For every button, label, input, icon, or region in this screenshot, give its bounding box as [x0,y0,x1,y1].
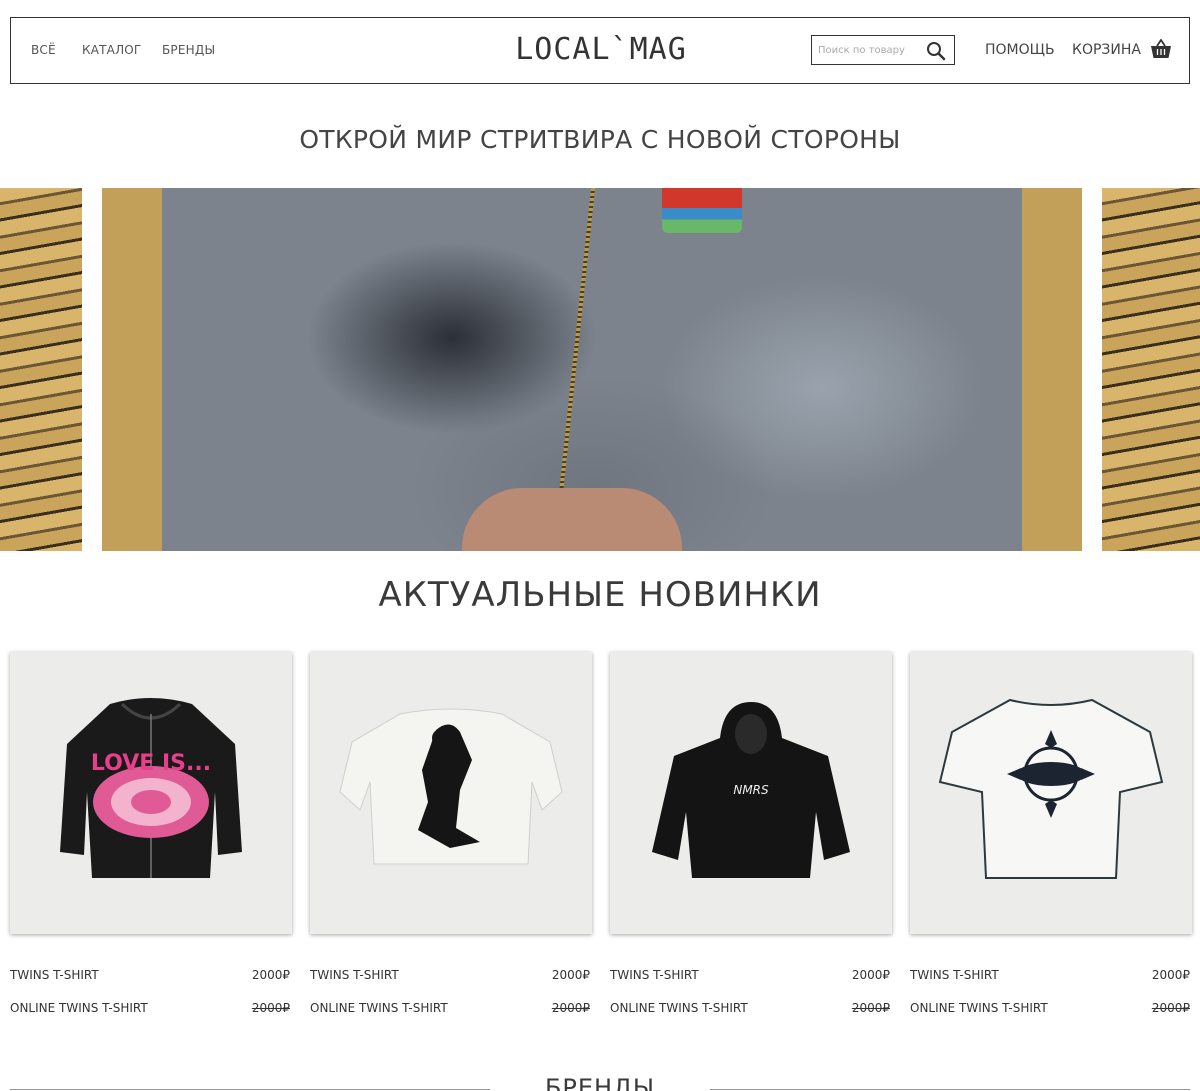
new-arrivals-title: АКТУАЛЬНЫЕ НОВИНКИ [378,575,822,615]
product-old-price: 2000₽ [851,1001,890,1015]
product-name-secondary[interactable]: ONLINE TWINS T-SHIRT [910,1001,1048,1015]
product-price: 2000₽ [1151,968,1190,982]
product-image[interactable]: LOVE IS... [10,652,292,934]
product-old-price: 2000₽ [551,1001,590,1015]
jacket-patch-image [662,188,742,233]
product-price: 2000₽ [251,968,290,982]
product-price: 2000₽ [851,968,890,982]
product-old-price: 2000₽ [251,1001,290,1015]
carousel-slide-prev[interactable] [0,188,82,551]
carousel-slide-current[interactable] [102,188,1082,551]
product-name[interactable]: TWINS T-SHIRT [310,968,399,982]
nav-brands[interactable]: БРЕНДЫ [162,43,215,57]
nav-catalog[interactable]: КАТАЛОГ [82,43,141,57]
product-price: 2000₽ [551,968,590,982]
basket-icon[interactable] [1150,39,1172,59]
hand-image [462,488,682,551]
product-card[interactable]: NMRS TWINS T-SHIRT 2000₽ ONLINE TWINS T-… [610,652,892,1015]
help-link[interactable]: ПОМОЩЬ [985,42,1055,58]
product-card[interactable]: TWINS T-SHIRT 2000₽ ONLINE TWINS T-SHIRT… [910,652,1192,1015]
nav-all[interactable]: ВСЁ [31,43,56,57]
search-icon[interactable] [926,41,946,61]
site-logo[interactable]: LOCAL`MAG [515,32,687,67]
product-name-secondary[interactable]: ONLINE TWINS T-SHIRT [10,1001,148,1015]
search-input[interactable] [818,40,918,60]
search-box [811,35,955,65]
product-old-price: 2000₽ [1151,1001,1190,1015]
product-card[interactable]: LOVE IS... TWINS T-SHIRT 2000₽ ONLINE TW… [10,652,292,1015]
product-name-secondary[interactable]: ONLINE TWINS T-SHIRT [610,1001,748,1015]
product-name[interactable]: TWINS T-SHIRT [10,968,99,982]
brands-divider-right [710,1089,1190,1090]
svg-text:NMRS: NMRS [733,783,769,797]
product-image[interactable] [910,652,1192,934]
product-image[interactable] [310,652,592,934]
svg-text:LOVE IS...: LOVE IS... [91,751,211,776]
carousel-slide-next[interactable] [1102,188,1200,551]
product-card[interactable]: TWINS T-SHIRT 2000₽ ONLINE TWINS T-SHIRT… [310,652,592,1015]
product-name[interactable]: TWINS T-SHIRT [610,968,699,982]
product-name[interactable]: TWINS T-SHIRT [910,968,999,982]
product-image[interactable]: NMRS [610,652,892,934]
hero-tagline: ОТКРОЙ МИР СТРИТВИРА С НОВОЙ СТОРОНЫ [299,125,901,154]
product-name-secondary[interactable]: ONLINE TWINS T-SHIRT [310,1001,448,1015]
cart-link[interactable]: КОРЗИНА [1072,42,1141,58]
site-header: ВСЁ КАТАЛОГ БРЕНДЫ LOCAL`MAG ПОМОЩЬ КОРЗ… [10,17,1190,84]
